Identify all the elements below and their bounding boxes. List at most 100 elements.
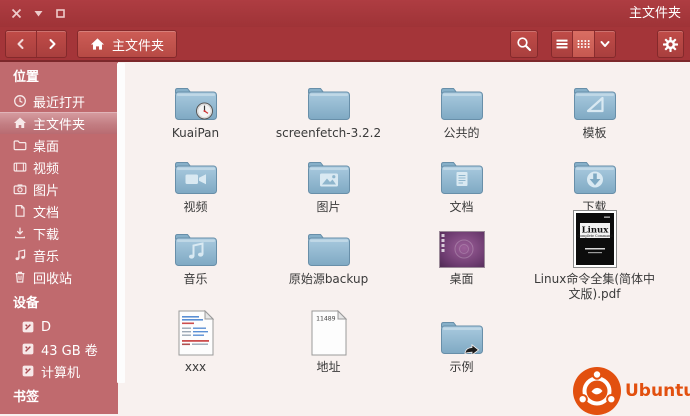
file-item-documents[interactable]: 文档 bbox=[395, 148, 528, 215]
close-icon[interactable] bbox=[10, 7, 23, 20]
minimize-icon[interactable] bbox=[32, 7, 45, 20]
file-item-desktop[interactable]: 桌面 bbox=[395, 206, 528, 302]
pdf-thumbnail-icon: Linux Complete Command bbox=[573, 206, 617, 268]
ubuntukylin-watermark: UbuntuKylin bbox=[572, 366, 690, 416]
sidebar-item-desktop[interactable]: 桌面 bbox=[0, 134, 118, 156]
folder-download-icon bbox=[572, 148, 618, 196]
sidebar-item-label: 下载 bbox=[33, 224, 59, 243]
nav-button-group bbox=[5, 30, 67, 58]
file-item-music[interactable]: 音乐 bbox=[129, 206, 262, 302]
video-icon bbox=[13, 160, 27, 174]
home-icon bbox=[90, 37, 105, 51]
sidebar-item-pictures[interactable]: 图片 bbox=[0, 178, 118, 200]
view-options-button[interactable] bbox=[594, 31, 615, 57]
window-controls bbox=[10, 7, 67, 20]
sidebar-item-label: 主文件夹 bbox=[33, 114, 85, 133]
file-item-linux-pdf[interactable]: Linux Complete Command Linux命令全集(简体中文版).… bbox=[528, 206, 661, 302]
sidebar-section-header: 书签 bbox=[0, 382, 118, 410]
folder-video-icon bbox=[173, 148, 219, 196]
sidebar-item-label: 43 GB 卷 bbox=[41, 340, 98, 359]
document-icon bbox=[13, 204, 27, 218]
maximize-icon[interactable] bbox=[54, 7, 67, 20]
file-row: xxx 11489 地址 示例 bbox=[129, 310, 528, 375]
sidebar-section-header: 位置 bbox=[0, 62, 118, 90]
breadcrumb[interactable]: 主文件夹 bbox=[77, 30, 177, 58]
svg-text:Complete Command: Complete Command bbox=[577, 234, 613, 238]
sidebar-item-label: 最近打开 bbox=[33, 92, 85, 111]
sidebar-item-volume-43gb[interactable]: 43 GB 卷 bbox=[0, 338, 118, 360]
trash-icon bbox=[13, 270, 27, 284]
file-item-screenfetch[interactable]: screenfetch-3.2.2 bbox=[262, 74, 395, 141]
camera-icon bbox=[13, 182, 27, 196]
file-item-address[interactable]: 11489 地址 bbox=[262, 310, 395, 375]
settings-button[interactable] bbox=[657, 30, 684, 58]
folder-template-icon bbox=[572, 74, 618, 122]
file-label: 示例 bbox=[449, 360, 473, 375]
sidebar-item-bookmark-kuaipan[interactable]: KuaiPan bbox=[0, 410, 118, 414]
sidebar-item-label: 计算机 bbox=[41, 362, 80, 381]
text-file-icon bbox=[178, 310, 214, 356]
file-label: 音乐 bbox=[183, 272, 207, 287]
svg-text:11489: 11489 bbox=[316, 315, 336, 323]
drive-icon bbox=[21, 364, 35, 378]
folder-document-icon bbox=[439, 148, 485, 196]
file-label: screenfetch-3.2.2 bbox=[276, 126, 381, 141]
sidebar-section-header: 设备 bbox=[0, 288, 118, 316]
view-button-group bbox=[551, 30, 616, 58]
breadcrumb-label: 主文件夹 bbox=[112, 35, 164, 54]
file-item-backup[interactable]: 原始源backup bbox=[262, 206, 395, 302]
sidebar-item-downloads[interactable]: 下载 bbox=[0, 222, 118, 244]
file-item-public[interactable]: 公共的 bbox=[395, 74, 528, 141]
sidebar-item-label: D bbox=[41, 320, 51, 335]
sidebar-item-home[interactable]: 主文件夹 bbox=[0, 112, 118, 134]
folder-symlink-icon bbox=[439, 310, 485, 356]
sidebar-item-music[interactable]: 音乐 bbox=[0, 244, 118, 266]
grid-view-button[interactable] bbox=[572, 31, 593, 57]
drive-icon bbox=[21, 342, 35, 356]
sidebar-item-recent[interactable]: 最近打开 bbox=[0, 90, 118, 112]
folder-icon bbox=[306, 74, 352, 122]
file-label: xxx bbox=[185, 360, 206, 375]
chevron-down-icon bbox=[598, 37, 612, 51]
file-item-downloads[interactable]: 下载 bbox=[528, 148, 661, 215]
list-view-button[interactable] bbox=[552, 31, 572, 57]
list-view-icon bbox=[555, 37, 569, 51]
file-label: 公共的 bbox=[443, 126, 479, 141]
file-label: KuaiPan bbox=[172, 126, 219, 141]
sidebar-item-documents[interactable]: 文档 bbox=[0, 200, 118, 222]
file-grid: KuaiPan screenfetch-3.2.2 公共的 模板 视频 图片 文… bbox=[125, 62, 690, 414]
gear-icon bbox=[662, 36, 679, 53]
sidebar-item-trash[interactable]: 回收站 bbox=[0, 266, 118, 288]
forward-button[interactable] bbox=[36, 31, 66, 57]
file-row: KuaiPan screenfetch-3.2.2 公共的 模板 bbox=[129, 74, 661, 141]
sidebar-item-videos[interactable]: 视频 bbox=[0, 156, 118, 178]
home-icon bbox=[13, 116, 27, 130]
sidebar-item-label: 文档 bbox=[33, 202, 59, 221]
sidebar-item-label: 图片 bbox=[33, 180, 59, 199]
file-item-xxx[interactable]: xxx bbox=[129, 310, 262, 375]
clock-icon bbox=[13, 94, 27, 108]
folder-music-icon bbox=[173, 206, 219, 268]
back-button[interactable] bbox=[6, 31, 36, 57]
file-item-templates[interactable]: 模板 bbox=[528, 74, 661, 141]
sidebar-item-drive-d[interactable]: D bbox=[0, 316, 118, 338]
image-thumbnail-icon bbox=[439, 206, 485, 268]
file-item-kuaipan[interactable]: KuaiPan bbox=[129, 74, 262, 141]
sidebar: 位置最近打开主文件夹桌面视频图片文档下载音乐回收站设备 D 43 GB 卷计算机书签… bbox=[0, 62, 118, 414]
sidebar-item-label: 桌面 bbox=[33, 136, 59, 155]
toolbar: 主文件夹 bbox=[0, 27, 690, 62]
search-button[interactable] bbox=[510, 30, 538, 58]
file-label: 原始源backup bbox=[289, 272, 368, 287]
file-item-pictures[interactable]: 图片 bbox=[262, 148, 395, 215]
watermark-label: UbuntuKylin bbox=[625, 381, 690, 401]
file-label: 地址 bbox=[316, 360, 340, 375]
sidebar-item-computer[interactable]: 计算机 bbox=[0, 360, 118, 382]
file-item-examples[interactable]: 示例 bbox=[395, 310, 528, 375]
sidebar-scrollbar[interactable] bbox=[117, 63, 125, 383]
folder-icon bbox=[439, 74, 485, 122]
file-label: 模板 bbox=[582, 126, 606, 141]
text-file-number-icon: 11489 bbox=[311, 310, 347, 356]
file-item-videos[interactable]: 视频 bbox=[129, 148, 262, 215]
file-row: 视频 图片 文档 下载 bbox=[129, 148, 661, 215]
folder-image-icon bbox=[306, 148, 352, 196]
